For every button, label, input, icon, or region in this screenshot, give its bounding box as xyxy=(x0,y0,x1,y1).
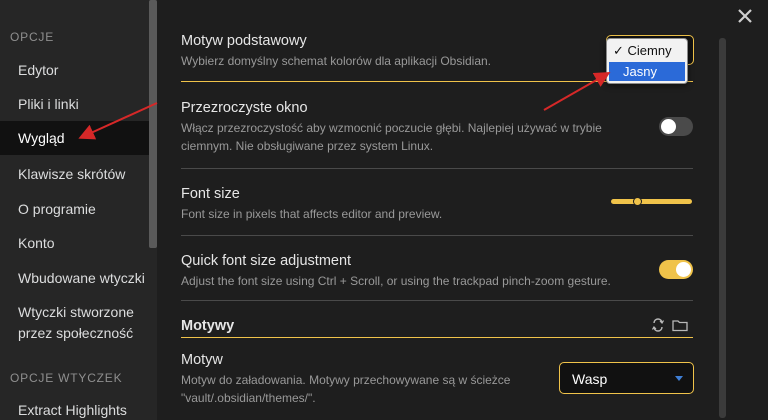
setting-quick-font-size: Quick font size adjustment Adjust the fo… xyxy=(181,253,693,290)
checkmark-icon: ✓ xyxy=(613,43,624,58)
setting-translucent-window: Przezroczyste okno Włącz przezroczystość… xyxy=(181,100,693,155)
sidebar-item-appearance[interactable]: Wygląd xyxy=(0,121,149,155)
base-theme-dropdown-menu: ✓ Ciemny Jasny xyxy=(606,38,688,84)
divider xyxy=(181,235,693,236)
quick-font-toggle[interactable] xyxy=(659,260,693,279)
theme-select[interactable]: Wasp xyxy=(559,362,694,394)
section-title-options: OPCJE xyxy=(10,30,55,44)
chevron-down-icon xyxy=(675,376,683,381)
sidebar-scrollbar[interactable] xyxy=(149,0,157,248)
themes-heading-actions xyxy=(652,318,688,332)
option-label: Ciemny xyxy=(627,43,672,58)
setting-desc: Font size in pixels that affects editor … xyxy=(181,207,443,221)
sidebar-item-label-line2: przez społeczność xyxy=(18,325,134,341)
toggle-knob xyxy=(661,119,676,134)
divider xyxy=(181,168,693,169)
sidebar-item-editor[interactable]: Edytor xyxy=(0,62,149,79)
sidebar-item-core-plugins[interactable]: Wbudowane wtyczki xyxy=(0,270,149,287)
settings-sidebar: OPCJE Edytor Pliki i linki Wygląd Klawis… xyxy=(0,0,157,420)
setting-desc-line2: ciemnym. Nie obsługiwane przez system Li… xyxy=(181,139,434,153)
sidebar-item-community-plugins[interactable]: Wtyczki stworzone przez społeczność xyxy=(0,304,149,341)
setting-desc: Adjust the font size using Ctrl + Scroll… xyxy=(181,274,611,288)
divider xyxy=(181,300,693,301)
setting-desc-line1: Włącz przezroczystość aby wzmocnić poczu… xyxy=(181,121,602,135)
font-size-slider-thumb[interactable] xyxy=(633,197,642,206)
sidebar-item-about[interactable]: O programie xyxy=(0,201,149,218)
setting-name: Quick font size adjustment xyxy=(181,253,352,269)
toggle-knob xyxy=(676,262,691,277)
setting-name: Przezroczyste okno xyxy=(181,100,308,116)
setting-font-size: Font size Font size in pixels that affec… xyxy=(181,186,693,223)
theme-select-value: Wasp xyxy=(572,371,608,387)
translucent-toggle[interactable] xyxy=(659,117,693,136)
sidebar-item-hotkeys[interactable]: Klawisze skrótów xyxy=(0,166,149,183)
close-icon[interactable] xyxy=(737,8,753,24)
section-title-plugin-options: OPCJE WTYCZEK xyxy=(10,371,123,385)
section-heading-themes: Motywy xyxy=(181,318,235,334)
sidebar-item-files-links[interactable]: Pliki i linki xyxy=(0,96,149,113)
setting-desc: Włącz przezroczystość aby wzmocnić poczu… xyxy=(181,119,693,155)
sidebar-item-extract-highlights[interactable]: Extract Highlights xyxy=(0,402,149,419)
reload-icon[interactable] xyxy=(652,318,664,332)
dropdown-option-light[interactable]: Jasny xyxy=(609,62,685,81)
dropdown-option-dark[interactable]: ✓ Ciemny xyxy=(609,41,685,60)
content-scrollbar[interactable] xyxy=(719,38,726,418)
sidebar-item-account[interactable]: Konto xyxy=(0,235,149,252)
sidebar-item-label: Wtyczki stworzone xyxy=(18,304,134,320)
font-size-slider-track[interactable] xyxy=(611,199,692,204)
folder-icon[interactable] xyxy=(672,318,688,332)
divider xyxy=(181,337,693,338)
